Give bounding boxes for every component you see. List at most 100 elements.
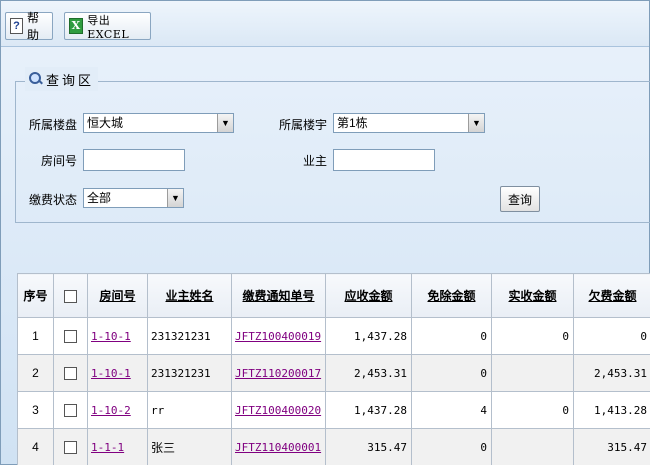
table-header-row: 序号 房间号 业主姓名 缴费通知单号 应收金额 免除金额 实收金额 欠费金额 xyxy=(17,273,650,318)
cell-owed: 0 xyxy=(573,317,650,355)
tower-select[interactable]: 第1栋 ▼ xyxy=(333,113,485,133)
cell-owed: 315.47 xyxy=(573,428,650,465)
cell-no: 4 xyxy=(17,428,54,465)
col-header-owner-text: 业主姓名 xyxy=(165,289,214,303)
cell-received xyxy=(491,428,574,465)
table-row: 1 1-10-1 231321231 JFTZ100400019 1,437.2… xyxy=(17,317,650,355)
cell-no: 2 xyxy=(17,354,54,392)
notice-link[interactable]: JFTZ110400001 xyxy=(235,441,321,454)
row-checkbox[interactable] xyxy=(64,330,77,344)
notice-link[interactable]: JFTZ100400019 xyxy=(235,330,321,343)
table-row: 2 1-10-1 231321231 JFTZ110200017 2,453.3… xyxy=(17,354,650,392)
export-excel-button[interactable]: X 导出EXCEL xyxy=(64,12,151,41)
help-icon: ? xyxy=(10,18,24,34)
cell-room: 1-10-1 xyxy=(87,317,148,355)
status-select[interactable]: 全部 ▼ xyxy=(83,188,184,208)
col-header-notice-text: 缴费通知单号 xyxy=(242,289,315,303)
cell-due: 315.47 xyxy=(325,428,412,465)
cell-room: 1-10-1 xyxy=(87,354,148,392)
col-header-owed[interactable]: 欠费金额 xyxy=(573,273,650,318)
col-header-received[interactable]: 实收金额 xyxy=(491,273,574,318)
room-input[interactable] xyxy=(83,149,185,171)
col-header-notice[interactable]: 缴费通知单号 xyxy=(231,273,326,318)
fee-table: 序号 房间号 业主姓名 缴费通知单号 应收金额 免除金额 实收金额 欠费金额 1… xyxy=(17,273,650,465)
cell-due: 1,437.28 xyxy=(325,317,412,355)
cell-waived: 4 xyxy=(411,391,492,429)
cell-owed: 2,453.31 xyxy=(573,354,650,392)
col-header-due[interactable]: 应收金额 xyxy=(325,273,412,318)
notice-link[interactable]: JFTZ100400020 xyxy=(235,404,321,417)
help-button[interactable]: ? 帮助 xyxy=(5,11,53,42)
room-link[interactable]: 1-10-1 xyxy=(91,367,131,380)
help-label: 帮助 xyxy=(27,11,40,42)
owner-input[interactable] xyxy=(333,149,435,171)
cell-notice: JFTZ100400019 xyxy=(231,317,326,355)
status-select-value: 全部 xyxy=(87,191,112,205)
cell-room: 1-1-1 xyxy=(87,428,148,465)
cell-owner: rr xyxy=(147,391,232,429)
cell-due: 1,437.28 xyxy=(325,391,412,429)
building-select[interactable]: 恒大城 ▼ xyxy=(83,113,234,133)
notice-link[interactable]: JFTZ110200017 xyxy=(235,367,321,380)
col-header-select xyxy=(53,273,88,318)
cell-no: 1 xyxy=(17,317,54,355)
cell-notice: JFTZ110200017 xyxy=(231,354,326,392)
cell-notice: JFTZ110400001 xyxy=(231,428,326,465)
col-header-room-text: 房间号 xyxy=(99,289,136,303)
cell-room: 1-10-2 xyxy=(87,391,148,429)
toolbar: ? 帮助 X 导出EXCEL xyxy=(1,1,649,47)
cell-waived: 0 xyxy=(411,428,492,465)
search-button[interactable]: 查询 xyxy=(500,186,540,212)
tower-label: 所属楼宇 xyxy=(279,118,328,132)
building-select-value: 恒大城 xyxy=(87,116,124,130)
cell-select xyxy=(53,317,88,355)
cell-notice: JFTZ100400020 xyxy=(231,391,326,429)
col-header-waived-text: 免除金额 xyxy=(427,289,476,303)
room-label: 房间号 xyxy=(40,154,77,168)
cell-waived: 0 xyxy=(411,354,492,392)
col-header-waived[interactable]: 免除金额 xyxy=(411,273,492,318)
cell-owner: 231321231 xyxy=(147,354,232,392)
query-legend-text: 查询区 xyxy=(46,72,95,88)
row-checkbox[interactable] xyxy=(64,441,77,455)
status-label: 缴费状态 xyxy=(29,193,78,207)
cell-received xyxy=(491,354,574,392)
cell-select xyxy=(53,354,88,392)
select-all-checkbox[interactable] xyxy=(64,289,77,303)
col-header-no: 序号 xyxy=(17,273,54,318)
cell-owner: 张三 xyxy=(147,428,232,465)
tower-select-value: 第1栋 xyxy=(337,116,368,130)
cell-no: 3 xyxy=(17,391,54,429)
chevron-down-icon[interactable]: ▼ xyxy=(217,114,233,132)
query-legend: 查询区 xyxy=(25,67,99,91)
search-button-label: 查询 xyxy=(507,192,532,207)
col-header-room[interactable]: 房间号 xyxy=(87,273,148,318)
chevron-down-icon[interactable]: ▼ xyxy=(167,189,183,207)
room-link[interactable]: 1-10-2 xyxy=(91,404,131,417)
magnifier-icon xyxy=(29,72,43,86)
col-header-due-text: 应收金额 xyxy=(344,289,393,303)
cell-due: 2,453.31 xyxy=(325,354,412,392)
owner-label: 业主 xyxy=(302,154,327,168)
col-header-owed-text: 欠费金额 xyxy=(588,289,637,303)
cell-owner: 231321231 xyxy=(147,317,232,355)
cell-select xyxy=(53,428,88,465)
cell-select xyxy=(53,391,88,429)
export-label: 导出EXCEL xyxy=(87,13,130,41)
room-link[interactable]: 1-10-1 xyxy=(91,330,131,343)
room-link[interactable]: 1-1-1 xyxy=(91,441,124,454)
row-checkbox[interactable] xyxy=(64,367,77,381)
cell-owed: 1,413.28 xyxy=(573,391,650,429)
cell-waived: 0 xyxy=(411,317,492,355)
window-frame: ? 帮助 X 导出EXCEL 查询区 所属楼盘 恒大城 ▼ 所属楼宇 第1栋 ▼… xyxy=(0,0,650,465)
building-label: 所属楼盘 xyxy=(29,118,78,132)
chevron-down-icon[interactable]: ▼ xyxy=(468,114,484,132)
col-header-received-text: 实收金额 xyxy=(508,289,557,303)
table-row: 3 1-10-2 rr JFTZ100400020 1,437.28 4 0 1… xyxy=(17,391,650,429)
table-row: 4 1-1-1 张三 JFTZ110400001 315.47 0 315.47 xyxy=(17,428,650,465)
cell-received: 0 xyxy=(491,391,574,429)
excel-icon: X xyxy=(69,18,84,34)
cell-received: 0 xyxy=(491,317,574,355)
row-checkbox[interactable] xyxy=(64,404,77,418)
col-header-owner[interactable]: 业主姓名 xyxy=(147,273,232,318)
